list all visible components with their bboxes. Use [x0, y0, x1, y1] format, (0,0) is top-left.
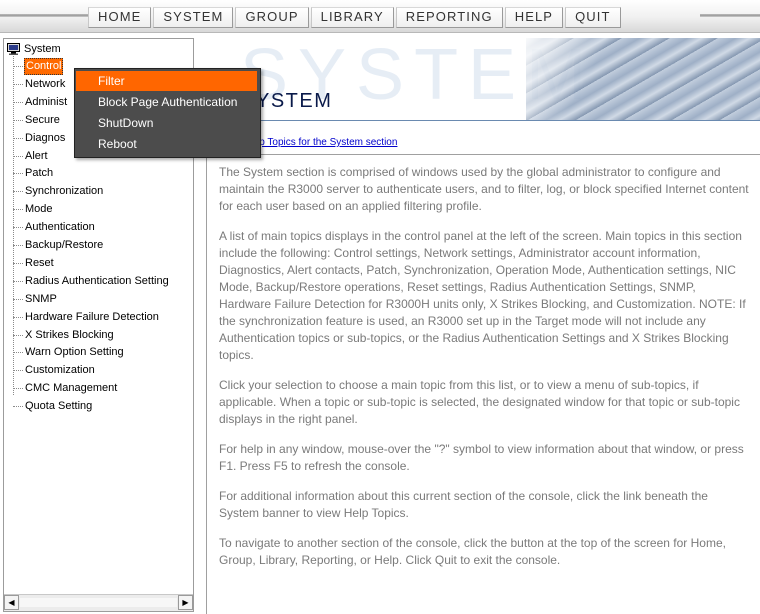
- tree-branch-line: [13, 370, 23, 371]
- top-menu-bar: HOME SYSTEM GROUP LIBRARY REPORTING HELP…: [0, 0, 760, 33]
- tree-branch-line: [13, 388, 23, 389]
- tree-branch-line: [13, 173, 23, 174]
- tree-item-label: Mode: [25, 203, 53, 215]
- tree-branch-line: [13, 66, 23, 67]
- tree-item-label: X Strikes Blocking: [25, 329, 114, 341]
- tree-branch-line: [13, 209, 23, 210]
- tree-horizontal-scrollbar[interactable]: ◀ ▶: [4, 594, 193, 611]
- popup-item-block-page-authentication[interactable]: Block Page Authentication: [76, 92, 257, 112]
- tree-branch-line: [13, 156, 23, 157]
- system-banner: SYSTEM YSTEM: [196, 38, 760, 121]
- menu-bar-left-rule: [0, 14, 88, 17]
- control-submenu-popup: Filter Block Page Authentication ShutDow…: [74, 68, 261, 158]
- tree-item-label: Customization: [25, 364, 95, 376]
- menu-system-button[interactable]: SYSTEM: [153, 7, 234, 28]
- tree-item-label: Quota Setting: [25, 400, 93, 412]
- tree-connector-line: [13, 56, 14, 395]
- banner-title: YSTEM: [256, 90, 333, 112]
- tree-branch-line: [13, 299, 23, 300]
- content-panel: The System section is comprised of windo…: [206, 154, 760, 614]
- tree-item-label: Administ: [25, 96, 68, 108]
- content-paragraph: The System section is comprised of windo…: [219, 165, 749, 213]
- tree-branch-line: [13, 317, 23, 318]
- tree-branch-line: [13, 281, 23, 282]
- tree-branch-line: [13, 102, 23, 103]
- tree-root-label: System: [24, 43, 61, 55]
- content-paragraph: Click your selection to choose a main to…: [219, 378, 740, 426]
- tree-item-label: Synchronization: [25, 185, 104, 197]
- tree-item-label: Hardware Failure Detection: [25, 311, 159, 323]
- tree-branch-line: [13, 120, 23, 121]
- menu-bar-right-rule: [700, 14, 760, 17]
- tree-item-label: Control: [24, 58, 64, 75]
- popup-item-reboot[interactable]: Reboot: [76, 134, 257, 154]
- tree-item-label: Authentication: [25, 221, 95, 233]
- banner-hardware-image: [526, 38, 760, 120]
- popup-item-shutdown[interactable]: ShutDown: [76, 113, 257, 133]
- content-paragraph: To navigate to another section of the co…: [219, 536, 726, 567]
- content-paragraph: A list of main topics displays in the co…: [219, 229, 746, 362]
- menu-reporting-button[interactable]: REPORTING: [395, 7, 503, 28]
- tree-item-label: Diagnos: [25, 132, 66, 144]
- popup-item-filter[interactable]: Filter: [76, 71, 257, 91]
- tree-item-label: Network: [25, 78, 66, 90]
- tree-item-label: CMC Management: [25, 382, 118, 394]
- scroll-track[interactable]: [20, 598, 177, 607]
- tree-item-label: Backup/Restore: [25, 239, 104, 251]
- tree-item-label: Reset: [25, 257, 54, 269]
- scroll-left-button[interactable]: ◀: [4, 595, 19, 610]
- tree-item-label: SNMP: [25, 293, 57, 305]
- menu-group-button[interactable]: GROUP: [235, 7, 309, 28]
- tree-item-label: Warn Option Setting: [25, 346, 124, 358]
- tree-item-label: Patch: [25, 167, 54, 179]
- menu-help-button[interactable]: HELP: [504, 7, 564, 28]
- menu-home-button[interactable]: HOME: [88, 7, 152, 28]
- content-text: The System section is comprised of windo…: [219, 164, 749, 582]
- tree-branch-line: [13, 406, 23, 407]
- help-topics-link[interactable]: lp Topics for the System section: [257, 137, 397, 148]
- tree-branch-line: [13, 245, 23, 246]
- tree-branch-line: [13, 191, 23, 192]
- menu-library-button[interactable]: LIBRARY: [310, 7, 394, 28]
- content-paragraph: For additional information about this cu…: [219, 489, 708, 520]
- monitor-icon: [7, 43, 20, 55]
- tree-branch-line: [13, 335, 23, 336]
- tree-item-label: Secure: [25, 114, 60, 126]
- tree-branch-line: [13, 84, 23, 85]
- tree-branch-line: [13, 352, 23, 353]
- content-paragraph: For help in any window, mouse-over the "…: [219, 442, 744, 473]
- tree-item-label: Alert: [25, 150, 48, 162]
- scroll-right-button[interactable]: ▶: [178, 595, 193, 610]
- tree-item-label: Radius Authentication Setting: [25, 275, 169, 287]
- tree-branch-line: [13, 263, 23, 264]
- tree-branch-line: [13, 138, 23, 139]
- tree-branch-line: [13, 227, 23, 228]
- menu-quit-button[interactable]: QUIT: [565, 7, 621, 28]
